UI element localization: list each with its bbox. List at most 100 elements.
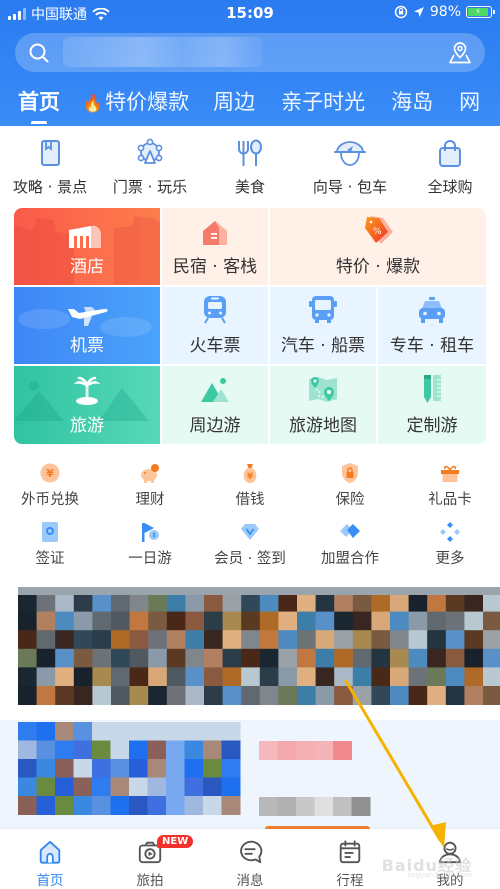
mosaic-tile [277,741,297,760]
quick-entry-food[interactable]: 美食 [200,138,300,200]
mosaic-tile [259,648,279,668]
grid-homestay[interactable]: 民宿 · 客栈 [162,208,268,285]
mosaic-tile [73,686,93,705]
mosaic-tile [18,630,38,650]
mosaic-tile [36,777,56,797]
service-wealth[interactable]: 理财 [100,462,200,512]
map-location-icon[interactable] [447,40,473,66]
visa-icon [42,522,58,542]
other-services-row: 签证 一日游 会员 · 签到 加盟合作 更多 [0,521,500,571]
grid-hotel[interactable]: 酒店 [14,208,160,285]
service-day-tour[interactable]: 一日游 [100,521,200,571]
nav-home[interactable]: 首页 [0,829,100,889]
quick-entry-guide-charter[interactable]: 向导 · 包车 [300,138,400,200]
nav-travel-photo[interactable]: NEW 旅拍 [100,829,200,889]
mosaic-tile [185,630,205,650]
mosaic-tile [129,686,149,705]
pixelated-image [18,587,500,705]
service-membership-checkin[interactable]: 会员 · 签到 [200,521,300,571]
map-pin-icon [309,377,337,402]
mosaic-tile [185,593,205,613]
tab-hot-deals[interactable]: 🔥特价爆款 [82,82,189,116]
service-partnership[interactable]: 加盟合作 [300,521,400,571]
mosaic-tile [314,797,334,816]
grid-nearby-trips[interactable]: 周边游 [162,366,268,444]
grid-deals[interactable]: % 特价 · 爆款 [270,208,486,285]
mosaic-tile [18,722,37,741]
mosaic-tile [352,648,372,668]
mosaic-tile [464,593,484,613]
mosaic-tile [315,593,335,613]
mosaic-tile [18,667,38,687]
grid-flights[interactable]: 机票 [14,287,160,364]
promo-banner-pixelated[interactable] [0,583,500,705]
search-icon[interactable] [28,42,50,64]
mosaic-tile [222,648,242,668]
mosaic-tile [204,667,224,687]
service-loan[interactable]: ¥ 借钱 [200,462,300,512]
tab-home[interactable]: 首页 [18,82,60,124]
grid-travel-map[interactable]: 旅游地图 [270,366,376,444]
fork-spoon-icon [238,139,262,166]
fire-icon: 🔥 [82,94,104,114]
grid-train-tickets[interactable]: 火车票 [162,287,268,364]
promo-card-pixelated[interactable] [0,720,500,830]
guide-hat-icon [334,141,366,166]
mosaic-tile [464,648,484,668]
mosaic-tile [408,648,428,668]
finance-services-row: ¥ 外币兑换 理财 ¥ 借钱 保险 礼品卡 [0,462,500,512]
mosaic-tile [111,593,131,613]
mosaic-tile [315,611,335,631]
grid-travel[interactable]: 旅游 [14,366,160,444]
tab-nearby[interactable]: 周边 [213,82,255,116]
service-currency-exchange[interactable]: ¥ 外币兑换 [0,462,100,512]
mosaic-tile [36,667,56,687]
search-placeholder-blurred [63,37,263,67]
tab-more-cut[interactable]: 网 [459,82,480,116]
quick-entry-global-shop[interactable]: 全球购 [400,138,500,200]
mosaic-tile [92,722,111,741]
mosaic-tile [352,611,372,631]
calendar-icon [339,840,361,864]
mosaic-tile [241,648,261,668]
mosaic-tile [221,796,241,815]
service-gift-card[interactable]: 礼品卡 [400,462,500,512]
mosaic-tile [241,593,261,613]
service-more[interactable]: 更多 [400,521,500,571]
service-visa[interactable]: 签证 [0,521,100,571]
mosaic-tile [297,630,317,650]
mosaic-tile [18,611,38,631]
shield-lock-icon [342,463,358,483]
mosaic-tile [166,777,185,797]
tab-family[interactable]: 亲子时光 [281,82,365,116]
search-bar[interactable] [15,33,485,72]
quick-entry-guides[interactable]: 攻略 · 景点 [0,138,100,200]
diamond-icon [241,524,259,540]
mosaic-tile [352,686,372,705]
mosaic-tile [92,593,112,613]
grid-car-rental[interactable]: 专车 · 租车 [378,287,486,364]
price-tag-icon: % [365,216,393,244]
grid-custom-tour[interactable]: 定制游 [378,366,486,444]
mosaic-tile [278,667,298,687]
mosaic-tile [315,686,335,705]
mosaic-tile [166,611,186,631]
mosaic-tile [73,740,93,760]
category-tabs: 首页 🔥特价爆款 周边 亲子时光 海岛 网 [0,82,500,124]
tab-island[interactable]: 海岛 [391,82,433,116]
mosaic-tile [166,796,185,815]
mosaic-tile [73,796,93,815]
mosaic-tile [445,611,465,631]
location-arrow-icon [413,7,424,17]
mosaic-tile [148,630,168,650]
mosaic-tile [297,686,317,705]
quick-entry-tickets[interactable]: 门票 · 玩乐 [100,138,200,200]
mosaic-tile [36,796,56,815]
service-insurance[interactable]: 保险 [300,462,400,512]
nav-messages[interactable]: 消息 [200,829,300,889]
train-icon [204,296,226,324]
mosaic-tile [445,686,465,705]
grid-bus-ferry[interactable]: 汽车 · 船票 [270,287,376,364]
mosaic-tile [333,741,352,760]
mosaic-tile [129,611,149,631]
